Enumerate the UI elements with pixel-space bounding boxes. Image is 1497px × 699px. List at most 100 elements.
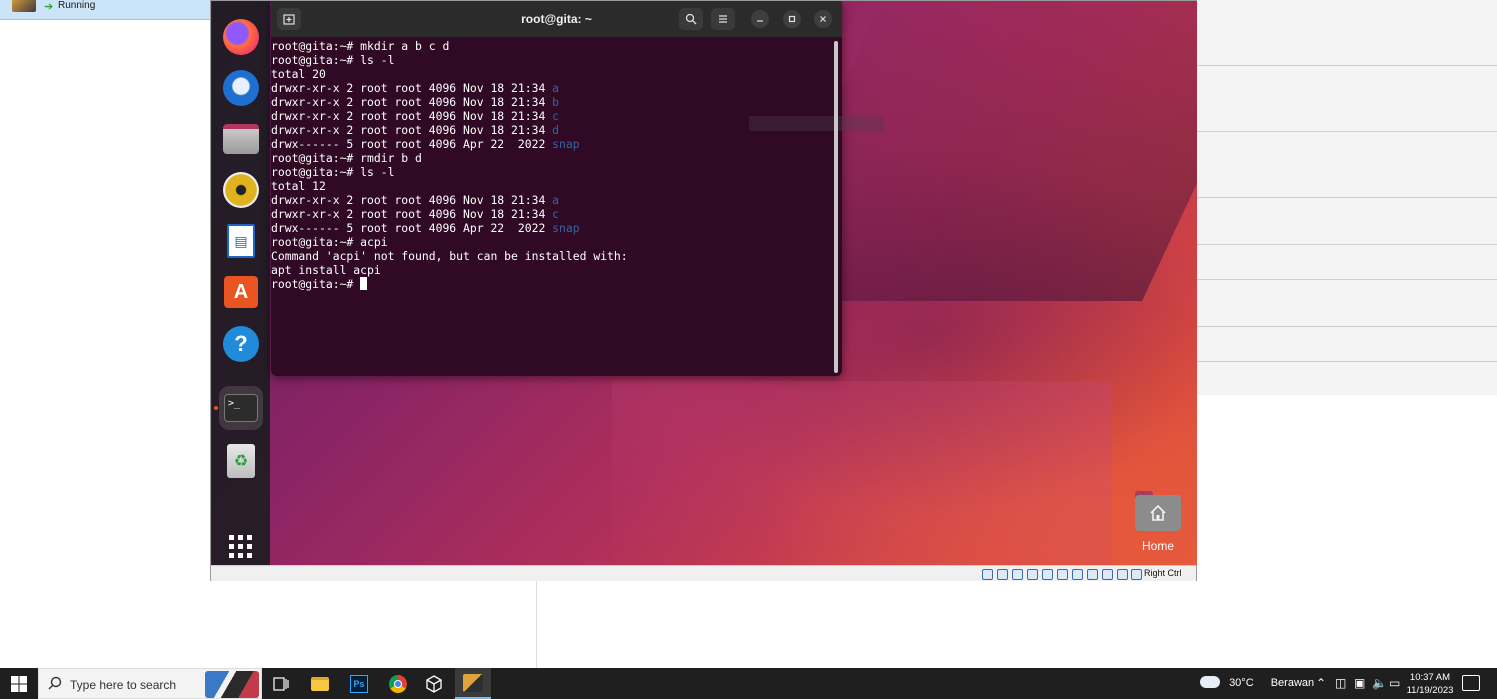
network-status-icon[interactable]: ◫ [1335, 676, 1346, 690]
taskbar-clock[interactable]: 10:37 AM 11/19/2023 [1406, 671, 1454, 697]
trash-icon: ♻ [227, 444, 255, 478]
terminal-text: root@gita:~# [271, 277, 361, 291]
virtualbox-icon [463, 673, 483, 692]
optical-drive-icon[interactable] [997, 569, 1008, 580]
dock-rhythmbox[interactable] [219, 168, 263, 212]
vm-list-item[interactable]: ➔ Running [0, 0, 211, 20]
recording-icon[interactable] [1087, 569, 1098, 580]
hard-disk-icon[interactable] [982, 569, 993, 580]
directory-name: c [552, 109, 560, 123]
terminal-text: root@gita:~# rmdir b d [271, 151, 422, 165]
dock-writer[interactable]: ▤ [219, 219, 263, 263]
notification-center-icon[interactable] [1462, 675, 1480, 691]
search-button[interactable] [679, 8, 703, 30]
dock-trash[interactable]: ♻ [219, 439, 263, 483]
details-divider [1196, 244, 1497, 245]
directory-name: snap [552, 137, 580, 151]
taskbar-chrome[interactable] [380, 668, 416, 699]
menu-button[interactable] [711, 8, 735, 30]
terminal-text: drwxr-xr-x 2 root root 4096 Nov 18 21:34 [271, 193, 553, 207]
terminal-scrollbar[interactable] [834, 41, 838, 373]
terminal-window[interactable]: root@gita: ~ root@gita:~# mkdir a b c dr… [271, 1, 884, 376]
terminal-line: drwxr-xr-x 2 root root 4096 Nov 18 21:34… [271, 81, 831, 95]
directory-name: a [552, 81, 560, 95]
file-explorer-icon [311, 676, 329, 691]
dock-help[interactable]: ? [219, 322, 263, 366]
guest-desktop[interactable]: ▤ A ? >_ ♻ root@gita: ~ root@gita:~# mkd… [212, 1, 1197, 565]
taskbar-3d-app[interactable] [416, 668, 452, 699]
search-placeholder: Type here to search [70, 678, 177, 692]
display-icon[interactable] [1072, 569, 1083, 580]
taskbar-photoshop[interactable]: Ps [341, 668, 377, 699]
dock-terminal[interactable]: >_ [214, 386, 263, 430]
terminal-line: root@gita:~# mkdir a b c d [271, 39, 831, 53]
audio-icon[interactable] [1012, 569, 1023, 580]
home-folder-icon[interactable] [1135, 489, 1181, 533]
chrome-icon [389, 674, 407, 693]
terminal-headerbar[interactable]: root@gita: ~ [271, 1, 842, 37]
minimize-icon [757, 20, 763, 22]
rhythmbox-icon [223, 172, 259, 208]
terminal-line: total 12 [271, 179, 831, 193]
terminal-line: root@gita:~# acpi [271, 235, 831, 249]
terminal-line: root@gita:~# ls -l [271, 165, 831, 179]
dock-thunderbird[interactable] [219, 66, 263, 110]
usb-icon[interactable] [1042, 569, 1053, 580]
maximize-button[interactable] [783, 10, 801, 28]
search-icon [48, 676, 62, 690]
task-view-button[interactable] [263, 668, 299, 699]
dock-firefox[interactable] [219, 15, 263, 59]
terminal-line: root@gita:~# ls -l [271, 53, 831, 67]
taskbar-file-explorer[interactable] [302, 668, 338, 699]
terminal-text: root@gita:~# acpi [271, 235, 388, 249]
task-view-icon [273, 676, 289, 691]
libreoffice-writer-icon: ▤ [227, 224, 255, 258]
terminal-line: drwxr-xr-x 2 root root 4096 Nov 18 21:34… [271, 123, 831, 137]
cloud-icon [1200, 676, 1220, 688]
hamburger-icon [719, 15, 727, 23]
terminal-text: drwxr-xr-x 2 root root 4096 Nov 18 21:34 [271, 95, 553, 109]
display-tray-icon[interactable]: ▭ [1389, 676, 1400, 690]
details-divider [1196, 131, 1497, 132]
volume-icon[interactable]: 🔈 [1372, 676, 1387, 690]
taskbar-search[interactable]: Type here to search [38, 668, 262, 699]
mouse-integration-icon[interactable] [1117, 569, 1128, 580]
dock-files[interactable] [219, 117, 263, 161]
directory-name: d [552, 123, 560, 137]
photoshop-icon: Ps [350, 674, 368, 693]
dock-app-center[interactable]: A [219, 270, 263, 314]
start-button[interactable] [0, 668, 38, 699]
details-divider [1196, 65, 1497, 66]
show-apps-button[interactable] [219, 525, 263, 565]
taskbar-virtualbox[interactable] [455, 668, 491, 699]
terminal-output[interactable]: root@gita:~# mkdir a b c d root@gita:~# l… [271, 38, 831, 374]
directory-name: a [552, 193, 560, 207]
firefox-icon [223, 19, 259, 55]
network-icon[interactable] [1027, 569, 1038, 580]
terminal-text: drwxr-xr-x 2 root root 4096 Nov 18 21:34 [271, 207, 553, 221]
close-button[interactable] [814, 10, 832, 28]
vm-window[interactable]: ▤ A ? >_ ♻ root@gita: ~ root@gita:~# mkd… [210, 0, 1197, 581]
terminal-text: total 12 [271, 179, 326, 193]
terminal-text: root@gita:~# ls -l [271, 53, 395, 67]
terminal-text: drwxr-xr-x 2 root root 4096 Nov 18 21:34 [271, 109, 553, 123]
host-key-label: Right Ctrl [1144, 568, 1182, 578]
details-divider [1196, 197, 1497, 198]
keyboard-icon[interactable] [1131, 569, 1142, 580]
terminal-cursor [360, 277, 368, 290]
clock-date: 11/19/2023 [1406, 685, 1454, 696]
app-center-icon: A [224, 276, 258, 308]
weather-desc: Berawan [1270, 677, 1315, 689]
tray-app-icon[interactable]: ▣ [1354, 676, 1365, 690]
terminal-text: drwx------ 5 root root 4096 Apr 22 2022 [271, 137, 553, 151]
terminal-text: Command 'acpi' not found, but can be ins… [271, 249, 628, 263]
home-label[interactable]: Home [1122, 539, 1194, 553]
shared-folders-icon[interactable] [1057, 569, 1068, 580]
details-divider [1196, 279, 1497, 280]
show-hidden-icons-chevron-icon[interactable]: ⌃ [1316, 676, 1326, 690]
windows-logo-icon [11, 675, 27, 692]
minimize-button[interactable] [751, 10, 769, 28]
cpu-icon[interactable] [1102, 569, 1113, 580]
weather-widget[interactable]: 30°C Berawan [1200, 676, 1314, 689]
faded-tooltip [749, 116, 884, 131]
